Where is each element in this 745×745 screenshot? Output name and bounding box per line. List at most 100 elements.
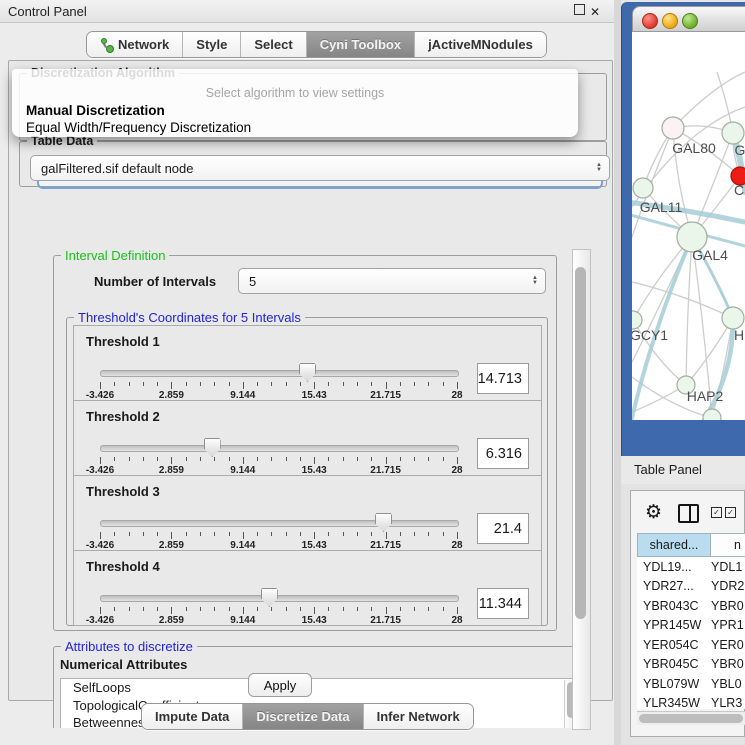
threshold-slider[interactable]: -3.4262.8599.14415.4321.71528 xyxy=(100,587,457,621)
table-row[interactable]: YBR045CYBR0 xyxy=(637,655,745,675)
table-row[interactable]: YLR345WYLR3 xyxy=(637,694,745,710)
threshold-row: Threshold 4 -3.4262.8599.14415.4321.71528… xyxy=(73,550,542,626)
tick-label: 21.715 xyxy=(370,615,401,626)
threshold-value-field[interactable]: 21.4 xyxy=(477,513,529,544)
popup-item-equal-width[interactable]: Equal Width/Frequency Discretization xyxy=(26,120,251,135)
panel-divider[interactable] xyxy=(614,0,621,745)
control-panel: Control Panel ✕ Network StyleSelectCyni T… xyxy=(0,0,615,745)
control-panel-titlebar: Control Panel ✕ xyxy=(0,0,614,23)
cell-shared-name: YLR345W xyxy=(637,696,711,709)
network-node[interactable] xyxy=(633,178,653,198)
threshold-value-field[interactable]: 6.316 xyxy=(477,438,529,469)
control-panel-body: Discretization Algorithm ▲▼ Table Data g… xyxy=(8,60,613,701)
table-data-combobox[interactable]: galFiltered.sif default node ▲▼ xyxy=(30,155,610,181)
application-root: Control Panel ✕ Network StyleSelectCyni T… xyxy=(0,0,745,745)
cell-name: YPR1 xyxy=(711,618,745,632)
tick-label: -3.426 xyxy=(86,615,114,626)
threshold-value-field[interactable]: 14.713 xyxy=(477,363,529,394)
threshold-value-field[interactable]: 11.344 xyxy=(477,588,529,619)
tab-label: Discretize Data xyxy=(256,709,349,724)
table-data-combo-value: galFiltered.sif default node xyxy=(41,161,193,176)
network-thick-edge xyxy=(704,318,733,420)
tab-network[interactable]: Network xyxy=(87,32,183,57)
popup-hint: Select algorithm to view settings xyxy=(12,86,578,100)
cell-shared-name: YDL19... xyxy=(637,560,711,574)
cell-shared-name: YBL079W xyxy=(637,677,711,691)
slider-track[interactable] xyxy=(100,520,459,527)
main-scrollbar[interactable] xyxy=(572,249,591,730)
column-header-shared-name[interactable]: shared... xyxy=(637,533,711,557)
apply-button[interactable]: Apply xyxy=(248,673,312,697)
tab-impute-data[interactable]: Impute Data xyxy=(142,704,243,729)
table-row[interactable]: YDR27...YDR2 xyxy=(637,577,745,597)
network-node-label: G xyxy=(735,142,745,158)
threshold-row: Threshold 2-3.4262.8599.14415.4321.71528… xyxy=(73,400,542,476)
network-window: GAL80GCGAL11GAL4GCY1HHAP2 xyxy=(632,6,745,420)
network-canvas[interactable]: GAL80GCGAL11GAL4GCY1HHAP2 xyxy=(632,32,745,420)
cell-shared-name: YDR27... xyxy=(637,579,711,593)
network-node-label: H xyxy=(734,327,744,343)
threshold-label: Threshold 4 xyxy=(86,559,160,574)
threshold-label: Threshold 1 xyxy=(86,334,160,349)
attribute-table: ⚙ ✓ ✓ shared... n YDL19...YDL1YDR27...YD… xyxy=(630,490,745,737)
main-scrollbar-thumb[interactable] xyxy=(575,267,586,619)
network-edge xyxy=(673,72,745,128)
slider-ticks xyxy=(100,532,457,539)
threshold-slider[interactable]: -3.4262.8599.14415.4321.71528 xyxy=(100,362,457,396)
network-node[interactable] xyxy=(703,409,721,420)
threshold-slider[interactable]: -3.4262.8599.14415.4321.71528 xyxy=(100,437,457,471)
table-row[interactable]: YER054CYER0 xyxy=(637,635,745,655)
slider-track[interactable] xyxy=(100,445,459,452)
columns-icon[interactable] xyxy=(678,504,699,523)
popup-item-manual[interactable]: Manual Discretization xyxy=(26,103,165,118)
table-rows: YDL19...YDL1YDR27...YDR2YBR043CYBR0YPR14… xyxy=(637,557,745,709)
cell-name: YBL0 xyxy=(711,677,745,691)
gear-icon[interactable]: ⚙ xyxy=(645,501,662,524)
network-node[interactable] xyxy=(662,117,684,139)
network-node[interactable] xyxy=(722,122,744,144)
tab-label: Impute Data xyxy=(155,709,229,724)
cell-shared-name: YPR145W xyxy=(637,618,711,632)
tab-label: Network xyxy=(118,37,169,52)
table-row[interactable]: YBL079WYBL0 xyxy=(637,674,745,694)
tab-cyni-toolbox[interactable]: Cyni Toolbox xyxy=(307,32,415,57)
table-horizontal-scrollbar[interactable] xyxy=(637,711,745,725)
tab-label: Infer Network xyxy=(377,709,460,724)
zoom-traffic-light-icon[interactable] xyxy=(682,13,698,29)
column-header-name[interactable]: n xyxy=(711,533,745,557)
close-traffic-light-icon[interactable] xyxy=(642,13,658,29)
checkbox-icon[interactable]: ✓ xyxy=(725,507,736,518)
slider-track[interactable] xyxy=(100,370,459,377)
tab-jactivemnodules[interactable]: jActiveMNodules xyxy=(415,32,546,57)
table-row[interactable]: YPR145WYPR1 xyxy=(637,616,745,636)
tab-style[interactable]: Style xyxy=(183,32,241,57)
slider-handle[interactable] xyxy=(299,363,316,382)
float-window-icon[interactable] xyxy=(574,4,585,15)
minimize-traffic-light-icon[interactable] xyxy=(662,13,678,29)
network-node-label: HAP2 xyxy=(687,388,724,404)
slider-track[interactable] xyxy=(100,595,459,602)
tab-infer-network[interactable]: Infer Network xyxy=(364,704,473,729)
slider-handle[interactable] xyxy=(204,438,221,457)
threshold-row: Threshold 3-3.4262.8599.14415.4321.71528… xyxy=(73,475,542,551)
slider-tick-labels: -3.4262.8599.14415.4321.71528 xyxy=(100,615,457,627)
interval-definition-label: Interval Definition xyxy=(61,249,169,263)
slider-handle[interactable] xyxy=(375,513,392,532)
table-row[interactable]: YBR043CYBR0 xyxy=(637,596,745,616)
cell-shared-name: YER054C xyxy=(637,638,711,652)
table-data-group: Table Data galFiltered.sif default node … xyxy=(19,141,607,187)
tab-discretize-data[interactable]: Discretize Data xyxy=(243,704,363,729)
cell-shared-name: YBR043C xyxy=(637,599,711,613)
table-row[interactable]: YDL19...YDL1 xyxy=(637,557,745,577)
checkbox-icon[interactable]: ✓ xyxy=(711,507,722,518)
threshold-slider[interactable]: -3.4262.8599.14415.4321.71528 xyxy=(100,512,457,546)
network-node-label: C xyxy=(734,182,744,198)
slider-handle[interactable] xyxy=(261,588,278,607)
num-intervals-combobox[interactable]: 5 ▲▼ xyxy=(238,268,546,294)
combo-stepper-icon: ▲▼ xyxy=(596,163,602,173)
tab-select[interactable]: Select xyxy=(241,32,306,57)
network-node[interactable] xyxy=(722,307,744,329)
network-window-titlebar[interactable] xyxy=(632,6,745,32)
close-icon[interactable]: ✕ xyxy=(590,5,600,19)
attribute-list-item[interactable]: SelfLoops xyxy=(61,679,579,697)
